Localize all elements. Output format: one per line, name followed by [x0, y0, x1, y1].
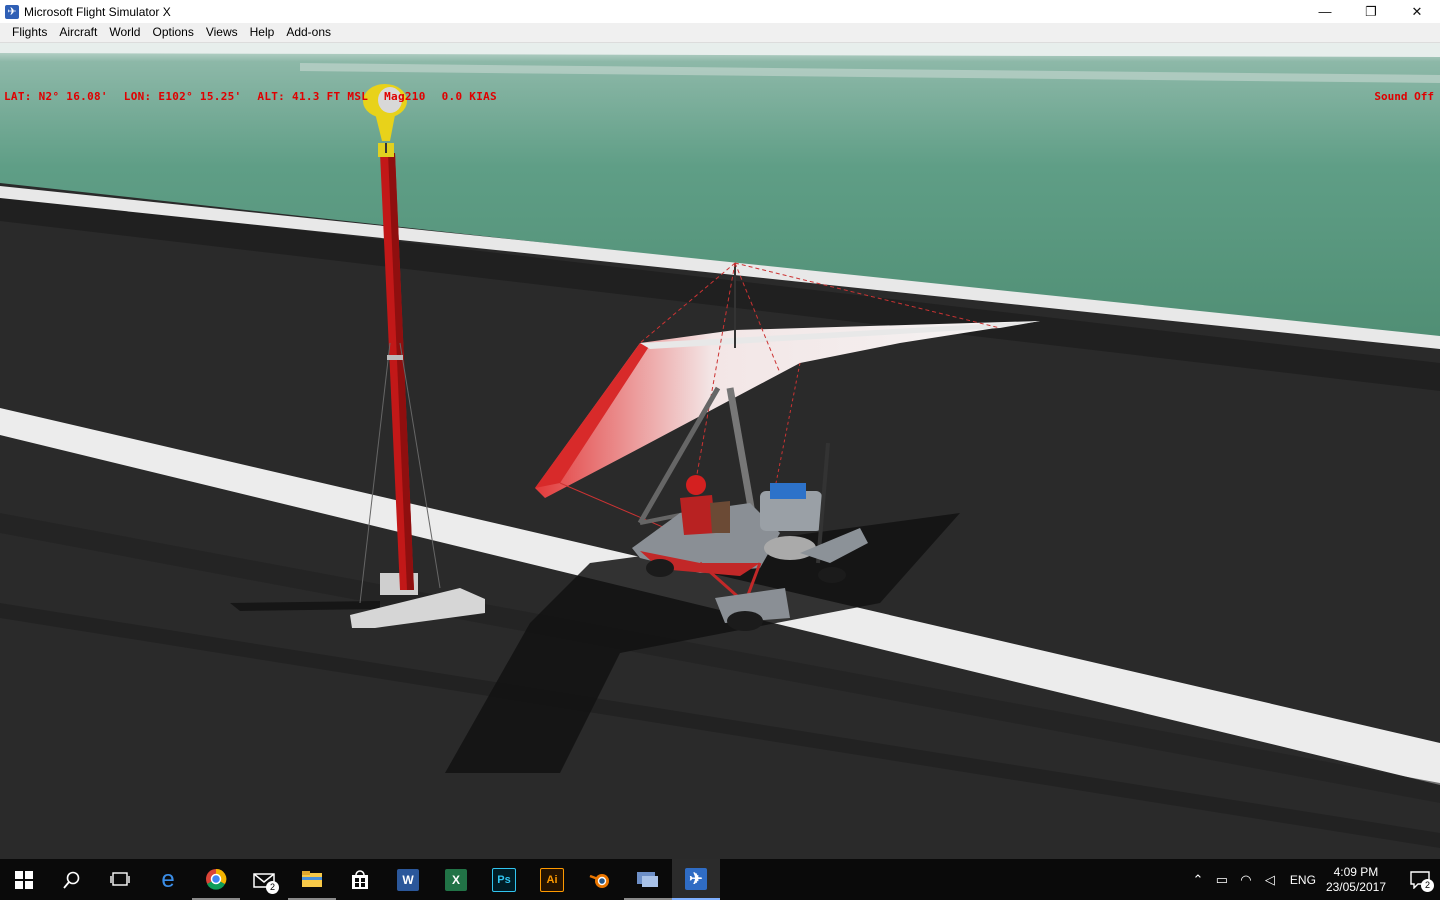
task-view-icon: [110, 871, 130, 886]
chrome-icon: [206, 868, 227, 890]
clock-date: 23/05/2017: [1325, 879, 1386, 894]
clock[interactable]: 4:09 PM 23/05/2017: [1326, 865, 1386, 895]
rear-wheel-right: [818, 567, 846, 583]
excel-icon: X: [445, 868, 467, 891]
input-language[interactable]: ENG: [1290, 873, 1316, 887]
taskbar-photoshop[interactable]: Ps: [480, 859, 528, 900]
taskbar-flight-simulator[interactable]: ✈: [672, 859, 720, 900]
taskbar-file-explorer[interactable]: [288, 859, 336, 900]
menu-options[interactable]: Options: [146, 23, 199, 42]
volume-icon[interactable]: ◁: [1258, 872, 1282, 888]
wifi-icon[interactable]: ◠: [1234, 872, 1258, 888]
latitude-readout: LAT: N2° 16.08': [4, 90, 108, 103]
remote-desktop-icon: [637, 871, 658, 887]
window-titlebar: ✈ Microsoft Flight Simulator X — ❐ ✕: [0, 0, 1440, 23]
task-view-button[interactable]: [96, 859, 144, 900]
sound-status: Sound Off: [1374, 90, 1434, 103]
menu-help[interactable]: Help: [244, 23, 281, 42]
menu-aircraft[interactable]: Aircraft: [53, 23, 103, 42]
file-explorer-icon: [302, 870, 322, 887]
photoshop-icon: Ps: [492, 867, 516, 892]
flight-simulator-icon: ✈: [685, 867, 707, 890]
edge-icon: e: [161, 865, 175, 893]
show-hidden-icons-icon[interactable]: ⌃: [1186, 872, 1210, 888]
altitude-readout: ALT: 41.3 FT MSL: [257, 90, 369, 103]
mail-badge: 2: [266, 881, 279, 894]
word-icon: W: [397, 868, 419, 891]
position-readout: LAT: N2° 16.08' LON: E102° 15.25' ALT: 4…: [4, 90, 506, 103]
scene-render: [0, 43, 1440, 859]
battery-icon[interactable]: ▭: [1210, 872, 1234, 888]
taskbar-word[interactable]: W: [384, 859, 432, 900]
minimize-button[interactable]: —: [1302, 0, 1348, 23]
menu-views[interactable]: Views: [200, 23, 244, 42]
action-center-button[interactable]: 2: [1400, 859, 1440, 900]
system-tray: ⌃ ▭ ◠ ◁ ENG 4:09 PM 23/05/2017 2: [1186, 859, 1440, 900]
close-button[interactable]: ✕: [1394, 0, 1440, 23]
store-icon: [352, 869, 368, 889]
clock-time: 4:09 PM: [1333, 864, 1379, 879]
menu-flights[interactable]: Flights: [6, 23, 53, 42]
taskbar-remote-desktop[interactable]: [624, 859, 672, 900]
heading-readout: Mag210: [384, 90, 426, 103]
menu-bar: Flights Aircraft World Options Views Hel…: [0, 23, 1440, 43]
search-icon: [63, 871, 80, 889]
taskbar-illustrator[interactable]: Ai: [528, 859, 576, 900]
taskbar-edge[interactable]: e: [144, 859, 192, 900]
longitude-readout: LON: E102° 15.25': [123, 90, 242, 103]
windows-logo-icon: [15, 870, 33, 889]
airspeed-readout: 0.0 KIAS: [441, 90, 497, 103]
search-button[interactable]: [48, 859, 96, 900]
start-button[interactable]: [0, 859, 48, 900]
simulator-viewport[interactable]: LAT: N2° 16.08' LON: E102° 15.25' ALT: 4…: [0, 43, 1440, 859]
front-wheel: [727, 611, 763, 631]
fsx-app-icon: ✈: [5, 4, 19, 19]
restore-button[interactable]: ❐: [1348, 0, 1394, 23]
taskbar-blender[interactable]: [576, 859, 624, 900]
menu-addons[interactable]: Add-ons: [280, 23, 337, 42]
blender-icon: [589, 873, 609, 888]
pilot-helmet: [686, 475, 706, 495]
notification-badge: 2: [1421, 879, 1434, 892]
windows-taskbar: e 2 W X Ps Ai ✈ ⌃ ▭ ◠ ◁ ENG 4:09 PM 23/0…: [0, 859, 1440, 900]
taskbar-mail[interactable]: 2: [240, 859, 288, 900]
taskbar-excel[interactable]: X: [432, 859, 480, 900]
illustrator-icon: Ai: [540, 867, 564, 892]
menu-world[interactable]: World: [103, 23, 146, 42]
rear-wheel-left: [646, 559, 674, 577]
taskbar-store[interactable]: [336, 859, 384, 900]
window-title: Microsoft Flight Simulator X: [24, 4, 171, 19]
taskbar-chrome[interactable]: [192, 859, 240, 900]
